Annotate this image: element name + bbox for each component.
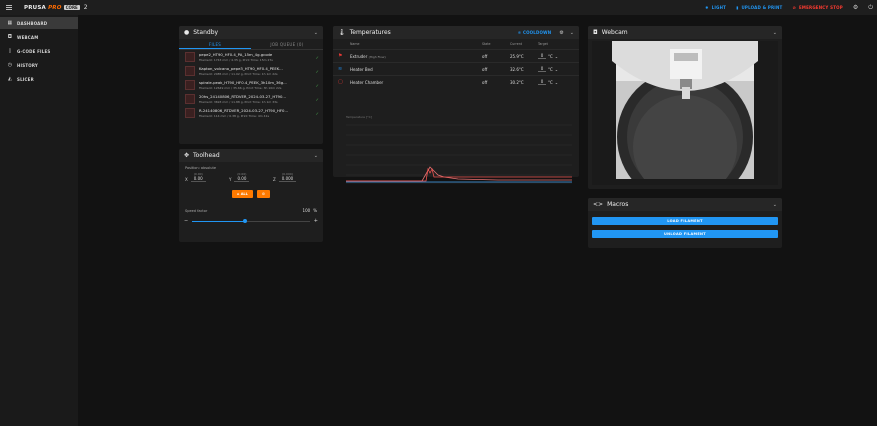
home-icon: ⌂ [236,192,240,196]
sidebar-item-slicer[interactable]: ◭ SLICER [0,73,78,85]
file-row[interactable]: spirale-peak_HT90_HF0.4_PEEK_3h10m_36g..… [179,78,323,92]
toolhead-panel: ✥ Toolhead ⌄ Position: absolute X (0.00)… [179,149,323,242]
history-icon: ◷ [7,62,13,68]
standby-header[interactable]: ● Standby ⌄ [179,26,323,39]
emergency-stop-button[interactable]: ⊘ EMERGENCY STOP [792,5,842,10]
sidebar-item-webcam[interactable]: ◘ WEBCAM [0,31,78,43]
motor-icon: ⚙ [261,192,266,196]
dashboard-icon: ▦ [7,20,13,26]
chevron-down-icon[interactable]: ⌄ [314,30,318,36]
x-position-input[interactable]: 0.00 [190,176,206,182]
svg-text:Temperature [°C]: Temperature [°C] [345,115,372,119]
temperatures-header[interactable]: 🌡 Temperatures ❄ COOLDOWN ⚙ ⌄ [333,26,579,39]
top-bar: PRUSA PRO CORE 2 ✹ LIGHT ▮ UPLOAD & PRIN… [0,0,877,15]
instance-number: 2 [83,4,88,11]
z-position-input[interactable]: 0.000 [278,176,297,182]
file-row[interactable]: R-24140806_RTDVER_2024-03-27_HT90_HF0...… [179,106,323,120]
check-icon: ✓ [315,82,319,88]
motors-off-button[interactable]: ⚙ [256,190,271,198]
upload-icon: ▮ [736,5,739,10]
chevron-down-icon[interactable]: ⌄ [555,54,558,59]
sidebar-item-history[interactable]: ◷ HISTORY [0,59,78,71]
macros-header[interactable]: <> Macros ⌄ [588,198,782,211]
settings-icon[interactable]: ⚙ [559,30,563,36]
power-icon[interactable]: ⏻ [868,4,873,12]
slicer-icon: ◭ [7,76,13,82]
cooldown-button[interactable]: ❄ COOLDOWN [518,30,552,35]
chevron-down-icon[interactable]: ⌄ [773,30,777,36]
upload-print-button[interactable]: ▮ UPLOAD & PRINT [736,5,782,10]
webcam-icon: ◘ [7,34,13,40]
speed-slider[interactable] [192,218,310,223]
move-icon: ✥ [184,152,190,159]
check-icon: ✓ [315,54,319,60]
info-icon: ● [184,29,190,36]
axis-positions: X (0.00) 0.00 Y (0.00) 0.00 Z (0.000) 0.… [179,172,323,182]
unload-filament-button[interactable]: UNLOAD FILAMENT [592,230,778,238]
check-icon: ✓ [315,68,319,74]
temp-row-heater-bed: ≋ Heater Bed off 32.6°C 0 °C ⌄ [333,62,579,75]
chamber-target-input[interactable]: 0 [538,79,546,85]
webcam-header[interactable]: ◘ Webcam ⌄ [588,26,782,39]
sidebar-item-gcode-files[interactable]: ▯ G-CODE FILES [0,45,78,57]
home-all-button[interactable]: ⌂ ALL [231,190,253,198]
file-row[interactable]: Kapton_volcano_pepe3_HT90_HF0.4_PEEK... … [179,64,323,78]
bed-target-input[interactable]: 0 [538,66,546,72]
file-thumbnail [185,52,195,62]
file-thumbnail [185,108,195,118]
standby-panel: ● Standby ⌄ FILES JOB QUEUE (0) pepe2_HT… [179,26,323,144]
tab-job-queue[interactable]: JOB QUEUE (0) [251,39,323,49]
extruder-target-input[interactable]: 0 [538,53,546,59]
app-logo[interactable]: PRUSA PRO [24,5,62,11]
y-position-input[interactable]: 0.00 [234,176,250,182]
file-thumbnail [185,94,195,104]
webcam-stream[interactable] [592,41,778,185]
heater-bed-icon: ≋ [338,66,343,72]
tab-files[interactable]: FILES [179,39,251,49]
logo-badge: CORE [63,5,80,10]
increase-speed-button[interactable]: + [314,218,318,224]
temp-table-header: Name State Current Target [350,42,548,46]
temp-row-heater-chamber: ▢ Heater Chamber off 30.2°C 0 °C ⌄ [333,75,579,88]
speed-factor-label: Speed factor [185,208,208,213]
check-icon: ✓ [315,96,319,102]
temperature-chart: Temperature [°C] [345,115,572,184]
temperatures-panel: 🌡 Temperatures ❄ COOLDOWN ⚙ ⌄ Name State… [333,26,579,184]
toolhead-header[interactable]: ✥ Toolhead ⌄ [179,149,323,162]
chevron-down-icon[interactable]: ⌄ [555,67,558,72]
file-thumbnail [185,66,195,76]
macros-panel: <> Macros ⌄ LOAD FILAMENT UNLOAD FILAMEN… [588,198,782,248]
chevron-down-icon[interactable]: ⌄ [773,202,777,208]
file-thumbnail [185,80,195,90]
decrease-speed-button[interactable]: − [184,218,188,224]
extruder-icon: ⚑ [338,53,343,59]
file-row[interactable]: pepe2_HT90_HF0.4_PA_15m_4g.gcode Filamen… [179,50,323,64]
position-mode-label[interactable]: Position: absolute [179,162,323,170]
standby-tabs: FILES JOB QUEUE (0) [179,39,323,50]
settings-icon[interactable]: ⚙ [853,4,858,11]
sidebar: ▦ DASHBOARD ◘ WEBCAM ▯ G-CODE FILES ◷ HI… [0,15,78,426]
menu-icon[interactable] [6,5,12,10]
thermometer-icon: 🌡 [338,29,346,36]
lightbulb-icon: ✹ [705,5,709,10]
chevron-down-icon[interactable]: ⌄ [555,80,558,85]
chamber-temperature-line [346,166,572,182]
chamber-icon: ▢ [338,79,343,85]
load-filament-button[interactable]: LOAD FILAMENT [592,217,778,225]
temp-row-extruder: ⚑ Extruder (High Flow) off 25.9°C 0 °C ⌄ [333,49,579,62]
webcam-icon: ◘ [593,29,598,36]
file-icon: ▯ [8,48,12,54]
chevron-down-icon[interactable]: ⌄ [314,153,318,159]
code-icon: <> [593,201,604,208]
light-button[interactable]: ✹ LIGHT [705,5,726,10]
check-icon: ✓ [315,110,319,116]
sidebar-item-dashboard[interactable]: ▦ DASHBOARD [0,17,78,29]
file-row[interactable]: 20hs_24140806_RTDVER_2024-03-27_HT90... … [179,92,323,106]
chevron-down-icon[interactable]: ⌄ [570,30,574,36]
speed-factor-input[interactable]: 100 [303,208,311,213]
webcam-panel: ◘ Webcam ⌄ [588,26,782,189]
speed-slider-handle[interactable] [243,218,248,223]
stop-icon: ⊘ [792,5,796,10]
